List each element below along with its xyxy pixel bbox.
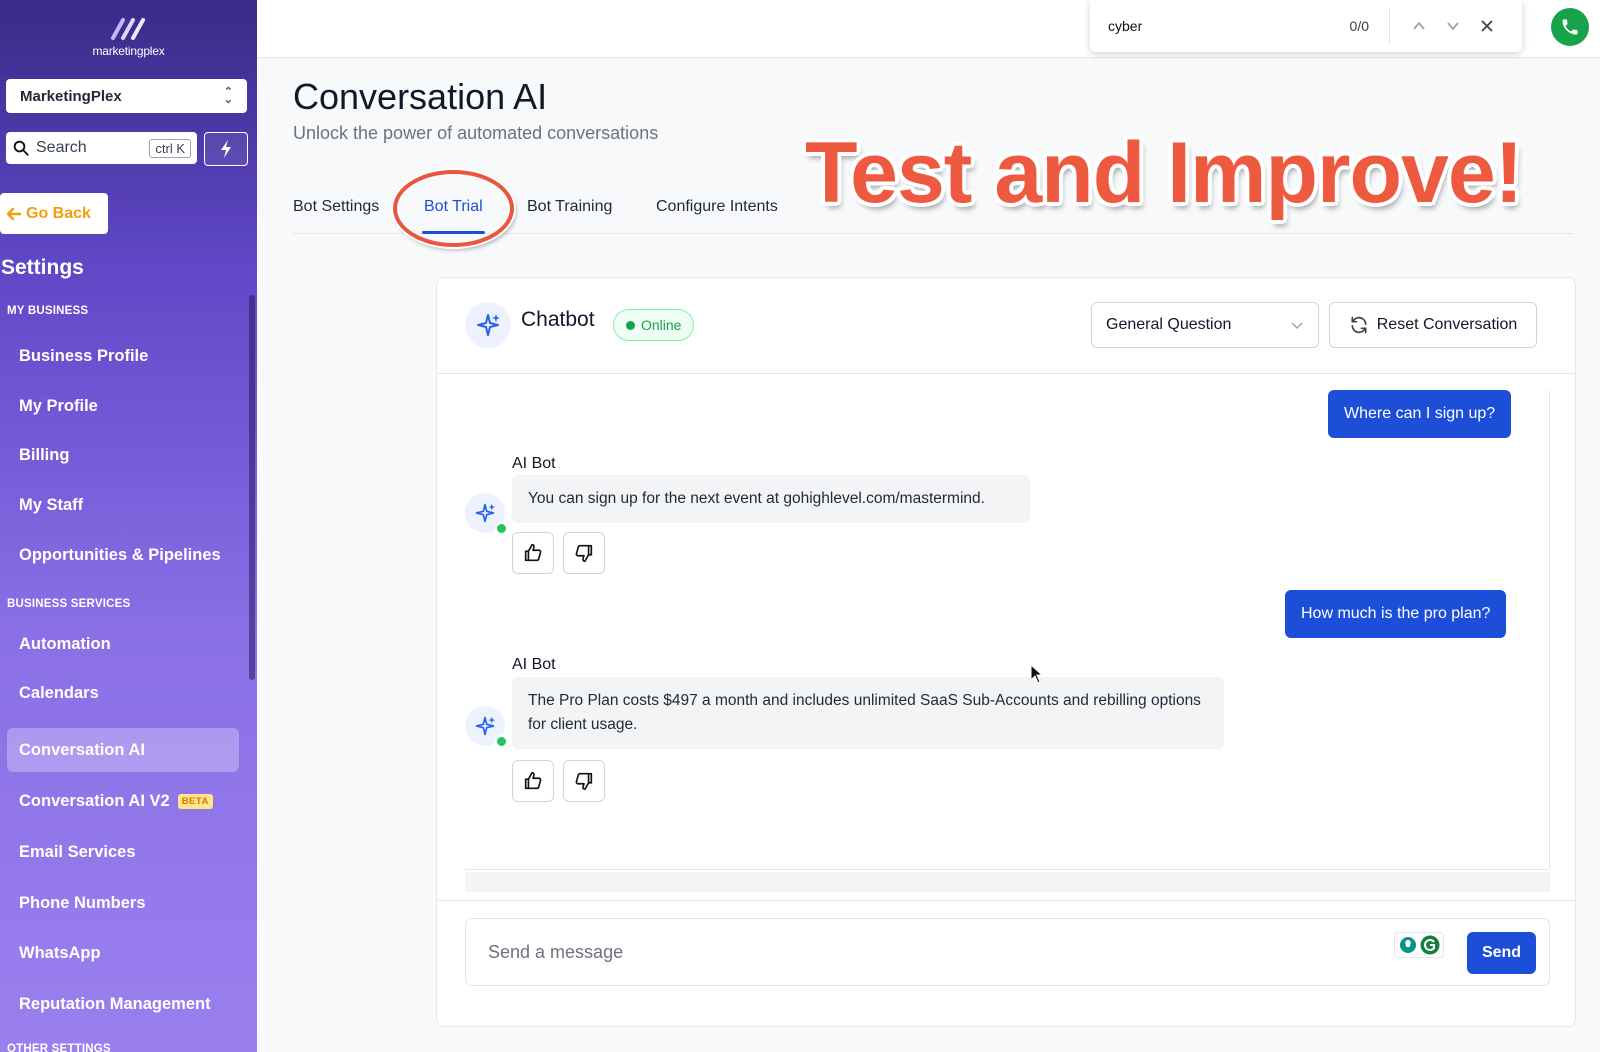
section-my-business: MY BUSINESS xyxy=(7,305,89,317)
search-icon xyxy=(13,140,29,156)
search-input[interactable]: Search ctrl K xyxy=(6,132,197,164)
tab-bot-training[interactable]: Bot Training xyxy=(527,198,612,234)
chevron-updown-icon: ⌃ ⌄ xyxy=(223,86,233,106)
thumbs-down-icon xyxy=(575,544,593,563)
bot-avatar xyxy=(465,706,508,748)
account-switcher[interactable]: MarketingPlex ⌃ ⌄ xyxy=(6,79,247,113)
chat-card: Chatbot Online General Question Reset Co… xyxy=(436,277,1576,1027)
sparkle-icon xyxy=(475,503,496,523)
online-dot-icon xyxy=(626,320,635,330)
sidebar-item-email-services[interactable]: Email Services xyxy=(7,830,239,874)
status-badge: Online xyxy=(613,309,695,341)
thumbs-down-icon xyxy=(575,772,593,791)
chatbot-name: Chatbot xyxy=(521,308,595,331)
online-dot-icon xyxy=(495,735,508,748)
page-subtitle: Unlock the power of automated conversati… xyxy=(293,123,659,143)
chevron-down-icon xyxy=(1447,22,1459,31)
account-name: MarketingPlex xyxy=(20,87,122,105)
sparkle-icon xyxy=(477,314,500,336)
send-button[interactable]: Send xyxy=(1467,932,1536,974)
tab-bot-settings[interactable]: Bot Settings xyxy=(293,198,379,234)
search-label: Search xyxy=(36,139,87,156)
sidebar-item-my-profile[interactable]: My Profile xyxy=(7,384,239,428)
phone-button[interactable] xyxy=(1551,8,1589,46)
thumbs-up-icon xyxy=(524,771,542,790)
bot-sender-label: AI Bot xyxy=(512,656,556,673)
divider xyxy=(437,900,1575,901)
lightning-icon xyxy=(221,140,231,158)
message-composer: Send xyxy=(465,918,1550,986)
sidebar-item-business-profile[interactable]: Business Profile xyxy=(7,334,239,378)
annotation-circle xyxy=(393,170,514,247)
page-title: Conversation AI xyxy=(293,76,548,117)
bot-avatar xyxy=(465,302,511,348)
thumbs-up-button[interactable] xyxy=(512,760,554,802)
sidebar-item-calendars[interactable]: Calendars xyxy=(7,671,239,715)
intent-select[interactable]: General Question xyxy=(1091,302,1319,348)
thumbs-down-button[interactable] xyxy=(563,760,605,802)
search-shortcut: ctrl K xyxy=(149,138,191,158)
find-input[interactable]: cyber xyxy=(1108,18,1350,34)
find-next-button[interactable] xyxy=(1436,11,1470,41)
logo-mark-icon xyxy=(110,18,145,40)
sidebar-item-phone-numbers[interactable]: Phone Numbers xyxy=(7,881,239,925)
chat-header: Chatbot Online General Question Reset Co… xyxy=(437,278,1575,374)
horizontal-scrollbar[interactable] xyxy=(465,872,1550,892)
thumbs-down-button[interactable] xyxy=(563,532,605,574)
lightbulb-icon xyxy=(1399,937,1416,953)
phone-icon xyxy=(1562,19,1578,35)
sidebar: marketingplex MarketingPlex ⌃ ⌄ Search ct… xyxy=(0,0,257,1052)
bot-avatar xyxy=(465,493,508,535)
sidebar-item-automation[interactable]: Automation xyxy=(7,622,239,666)
chevron-up-icon xyxy=(1413,21,1425,30)
bot-sender-label: AI Bot xyxy=(512,455,556,472)
close-icon xyxy=(1481,20,1493,32)
grammarly-icon xyxy=(1420,935,1439,955)
chevron-down-icon xyxy=(1291,322,1303,330)
logo[interactable]: marketingplex xyxy=(0,14,257,58)
online-dot-icon xyxy=(495,522,508,535)
section-business-services: BUSINESS SERVICES xyxy=(7,598,131,610)
settings-title: Settings xyxy=(1,256,84,279)
sparkle-icon xyxy=(475,716,496,736)
tab-configure-intents[interactable]: Configure Intents xyxy=(656,198,778,234)
bot-message: The Pro Plan costs $497 a month and incl… xyxy=(512,677,1224,749)
quick-actions-button[interactable] xyxy=(204,132,248,166)
user-message: Where can I sign up? xyxy=(1328,390,1512,438)
refresh-icon xyxy=(1351,316,1367,334)
section-other-settings: OTHER SETTINGS xyxy=(7,1043,111,1052)
reset-conversation-button[interactable]: Reset Conversation xyxy=(1329,302,1537,348)
sidebar-item-conversation-ai[interactable]: Conversation AI xyxy=(7,728,239,772)
reset-conversation-label: Reset Conversation xyxy=(1376,316,1518,333)
find-previous-button[interactable] xyxy=(1402,11,1436,41)
thumbs-up-icon xyxy=(524,543,542,562)
sidebar-item-reputation-management[interactable]: Reputation Management xyxy=(7,982,239,1026)
status-label: Online xyxy=(641,317,682,333)
find-count: 0/0 xyxy=(1349,18,1369,34)
bot-message: You can sign up for the next event at go… xyxy=(512,475,1030,523)
logo-text: marketingplex xyxy=(92,44,165,58)
go-back-label: Go Back xyxy=(26,204,91,222)
beta-badge: BETA xyxy=(177,793,213,809)
sidebar-item-label: Conversation AI V2 xyxy=(19,791,170,810)
user-message: How much is the pro plan? xyxy=(1285,590,1507,638)
sidebar-item-conversation-ai-v2[interactable]: Conversation AI V2 BETA xyxy=(7,779,239,823)
sidebar-scrollbar[interactable] xyxy=(249,295,255,680)
extension-icons[interactable] xyxy=(1394,932,1444,958)
sidebar-item-billing[interactable]: Billing xyxy=(7,433,239,477)
sidebar-item-opportunities-pipelines[interactable]: Opportunities & Pipelines xyxy=(7,533,239,577)
find-divider xyxy=(1389,8,1390,44)
thumbs-up-button[interactable] xyxy=(512,532,554,574)
find-bar: cyber 0/0 xyxy=(1090,0,1522,52)
find-close-button[interactable] xyxy=(1470,11,1504,41)
mouse-cursor-icon xyxy=(1030,664,1044,684)
sidebar-item-my-staff[interactable]: My Staff xyxy=(7,483,239,527)
intent-select-value: General Question xyxy=(1106,316,1232,333)
message-list: Where can I sign up? AI Bot You can sign… xyxy=(465,390,1550,870)
arrow-left-icon xyxy=(6,207,22,220)
message-input[interactable] xyxy=(488,937,1368,967)
sidebar-item-whatsapp[interactable]: WhatsApp xyxy=(7,931,239,975)
go-back-button[interactable]: Go Back xyxy=(0,193,108,234)
